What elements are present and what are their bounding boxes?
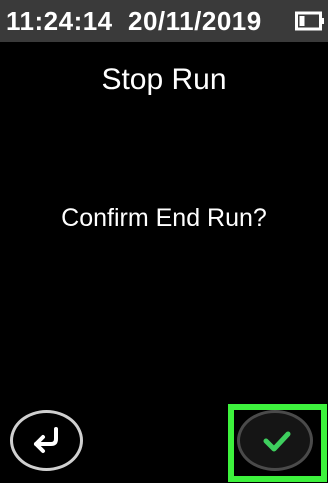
dialog-title: Stop Run bbox=[101, 63, 227, 96]
status-date: 20/11/2019 bbox=[128, 6, 262, 36]
battery-icon bbox=[295, 10, 325, 32]
confirm-message: Confirm End Run? bbox=[61, 204, 267, 232]
confirm-button[interactable] bbox=[237, 410, 313, 471]
return-arrow-icon bbox=[34, 427, 58, 453]
status-time: 11:24:14 bbox=[6, 6, 113, 36]
status-bar: 11:24:14 20/11/2019 bbox=[0, 0, 328, 42]
device-screen: 11:24:14 20/11/2019 Stop Run Confirm End… bbox=[0, 0, 328, 483]
checkmark-icon bbox=[263, 431, 291, 452]
back-button[interactable] bbox=[10, 410, 83, 471]
